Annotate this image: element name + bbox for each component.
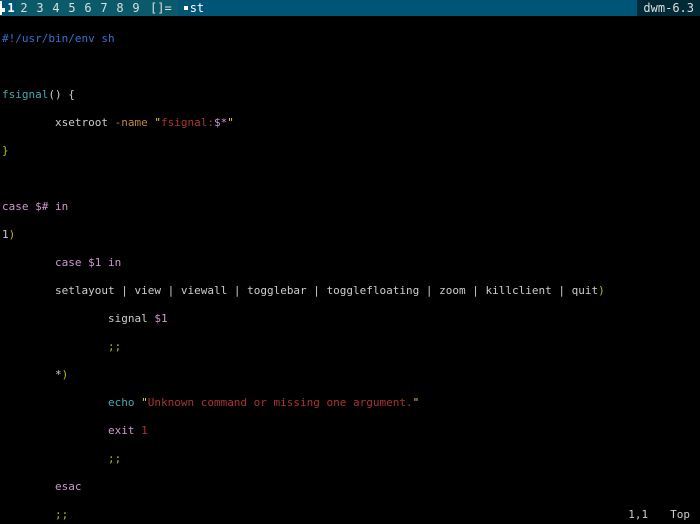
dsemi: ;;	[108, 340, 121, 353]
paren: )	[9, 228, 16, 241]
pat-togglebar: togglebar	[247, 284, 307, 297]
var-1: $1	[88, 256, 101, 269]
tag-2[interactable]: 2	[16, 1, 32, 15]
var-argc: $#	[35, 200, 48, 213]
kw-in: in	[108, 256, 121, 269]
tag-5[interactable]: 5	[64, 1, 80, 15]
flag-name: -name	[115, 116, 148, 129]
tag-4[interactable]: 4	[48, 1, 64, 15]
err-msg-1: Unknown command or missing one argument.	[148, 396, 413, 409]
layout-symbol[interactable]: []=	[144, 1, 178, 15]
pat-setlayout: setlayout	[55, 284, 115, 297]
kw-exit: exit	[108, 424, 135, 437]
shebang-line: #!/usr/bin/env sh	[2, 32, 115, 45]
tag-7[interactable]: 7	[96, 1, 112, 15]
status-bar: 1 2 3 4 5 6 7 8 9 []= st dwm-6.3	[0, 0, 700, 16]
kw-case: case	[2, 200, 29, 213]
tag-8[interactable]: 8	[112, 1, 128, 15]
kw-echo: echo	[108, 396, 135, 409]
fn-open: () {	[48, 88, 75, 101]
case-label-1: 1	[2, 228, 9, 241]
tag-6[interactable]: 6	[80, 1, 96, 15]
var-1: $1	[154, 312, 167, 325]
var-star: $*	[214, 116, 227, 129]
call-signal: signal	[108, 312, 148, 325]
terminal-editor[interactable]: #!/usr/bin/env sh fsignal() { xsetroot -…	[0, 16, 700, 524]
exit-code: 1	[141, 424, 148, 437]
pat-view: view	[134, 284, 161, 297]
pat-viewall: viewall	[181, 284, 227, 297]
pat-star: *	[55, 368, 62, 381]
pat-quit: quit	[572, 284, 599, 297]
vim-ruler: 1,1Top	[606, 508, 690, 522]
window-title[interactable]: st	[178, 0, 638, 16]
tag-9[interactable]: 9	[128, 1, 144, 15]
fn-name: fsignal	[2, 88, 48, 101]
status-text: dwm-6.3	[637, 0, 700, 16]
tag-1[interactable]: 1	[0, 1, 16, 15]
pat-zoom: zoom	[439, 284, 466, 297]
pat-togglefloating: togglefloating	[327, 284, 420, 297]
kw-case: case	[55, 256, 82, 269]
str-prefix: fsignal:	[161, 116, 214, 129]
cmd-xsetroot: xsetroot	[55, 116, 108, 129]
kw-esac: esac	[55, 480, 82, 493]
kw-in: in	[55, 200, 68, 213]
pat-killclient: killclient	[486, 284, 552, 297]
close-brace: }	[2, 144, 9, 157]
tag-3[interactable]: 3	[32, 1, 48, 15]
